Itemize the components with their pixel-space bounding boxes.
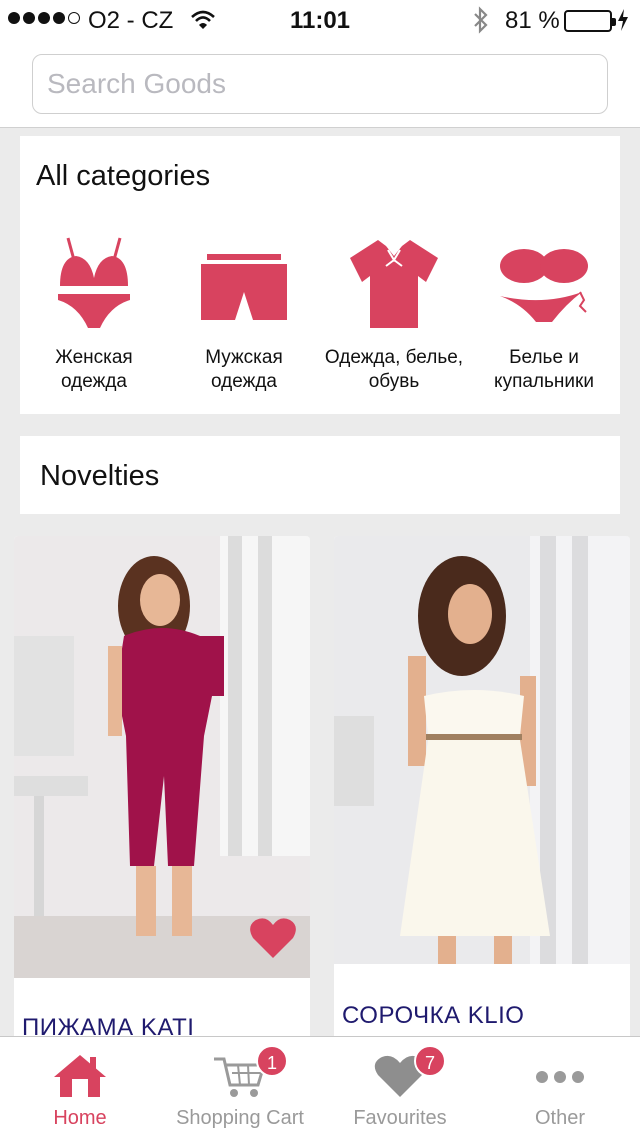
category-mens-clothing[interactable]: Мужская одежда	[170, 236, 318, 406]
tab-home[interactable]: Home	[0, 1037, 160, 1136]
product-photo	[14, 536, 310, 978]
bra-panties-icon	[500, 249, 588, 322]
battery-percentage: 81 %	[505, 7, 560, 34]
tab-label: Favourites	[353, 1107, 447, 1129]
blouse-icon	[350, 240, 438, 328]
tab-favourites[interactable]: 7 Favourites	[320, 1037, 480, 1136]
tab-other[interactable]: Other	[480, 1037, 640, 1136]
cart-count-badge: 1	[256, 1045, 288, 1077]
product-photo	[334, 536, 630, 964]
categories-section: All categories Женская одежда Мужская од…	[20, 136, 620, 414]
category-underwear-swimwear[interactable]: Белье и купальники	[470, 236, 618, 406]
novelties-section-header: Novelties	[20, 436, 620, 514]
bluetooth-icon	[472, 6, 490, 41]
product-card[interactable]: СОРОЧКА KLIO	[334, 536, 630, 1056]
category-label: Мужская одежда	[205, 347, 283, 392]
category-womens-clothing[interactable]: Женская одежда	[20, 236, 168, 406]
bikini-icon	[58, 237, 130, 328]
tab-bar: Home 1 Shopping Cart 7 Favourites Other	[0, 1036, 640, 1136]
search-bar	[0, 40, 640, 128]
favorite-button-filled[interactable]	[248, 916, 298, 965]
category-clothing-shoes[interactable]: Одежда, белье, обувь	[320, 236, 468, 406]
battery-icon	[564, 10, 616, 32]
status-bar: O2 - CZ 11:01 81 %	[0, 0, 640, 40]
favourites-count-badge: 7	[414, 1045, 446, 1077]
more-icon	[536, 1071, 584, 1083]
charging-icon	[616, 8, 630, 39]
tab-label: Other	[534, 1107, 586, 1129]
categories-heading: All categories	[36, 160, 211, 192]
category-label: Одежда, белье, обувь	[324, 347, 464, 392]
product-name[interactable]: СОРОЧКА KLIO	[342, 1002, 524, 1030]
shorts-icon	[201, 254, 287, 320]
category-label: Белье и купальники	[494, 347, 594, 392]
search-input[interactable]	[32, 54, 608, 114]
tab-shopping-cart[interactable]: 1 Shopping Cart	[160, 1037, 320, 1136]
tab-label: Shopping Cart	[176, 1107, 304, 1129]
tab-label: Home	[53, 1107, 107, 1129]
product-card[interactable]: ПИЖАМА KATI	[14, 536, 310, 1056]
category-label: Женская одежда	[55, 347, 133, 392]
home-icon	[54, 1055, 106, 1097]
novelties-heading: Novelties	[40, 460, 160, 492]
